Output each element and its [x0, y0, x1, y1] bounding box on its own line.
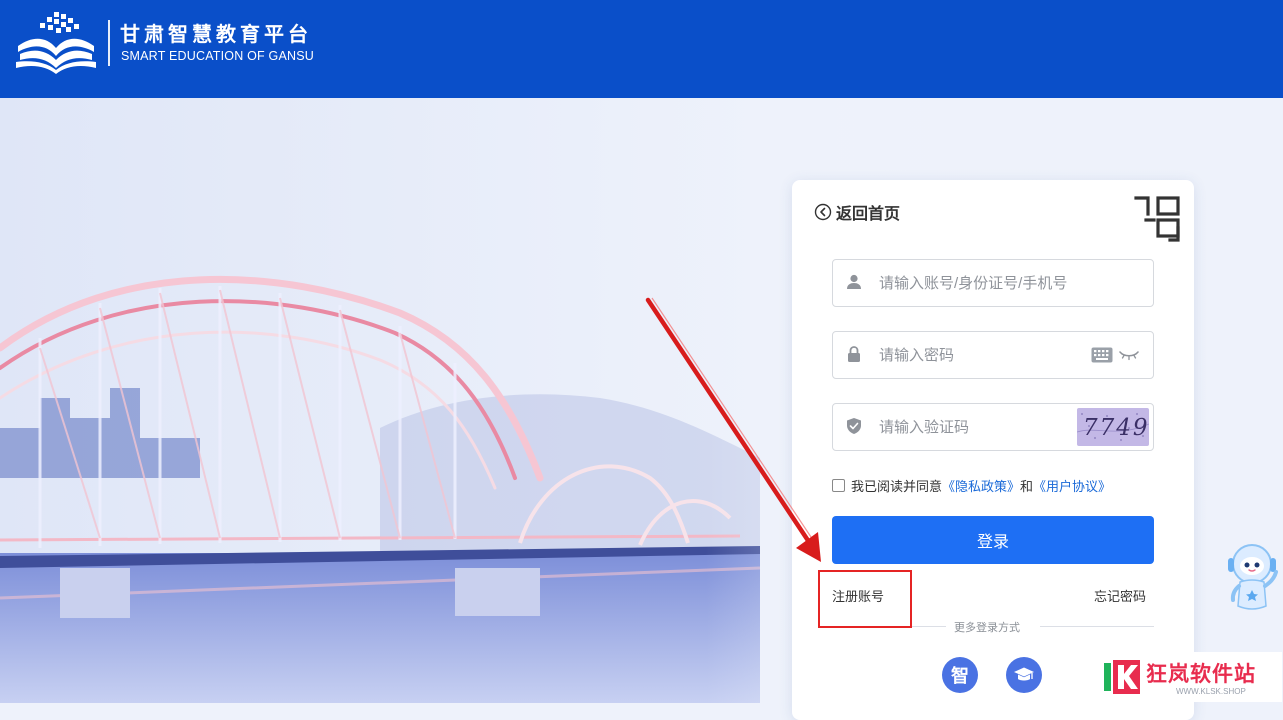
agreement-checkbox[interactable]	[832, 479, 845, 492]
watermark: 狂岚软件站 WWW.KLSK.SHOP	[1098, 652, 1282, 702]
agreement-and: 和	[1020, 479, 1034, 494]
watermark-name: 狂岚软件站	[1146, 663, 1256, 686]
user-agreement-link[interactable]: 《用户协议》	[1033, 476, 1111, 495]
agreement-prefix: 我已阅读并同意	[851, 479, 943, 494]
eye-closed-icon[interactable]	[1119, 349, 1139, 361]
captcha-input[interactable]	[877, 404, 1081, 450]
open-book-logo-icon[interactable]	[14, 12, 98, 74]
shield-icon	[847, 418, 861, 434]
chevron-left-circle-icon	[814, 203, 832, 221]
more-login-methods-label: 更多登录方式	[954, 622, 1020, 634]
account-input[interactable]	[877, 260, 1081, 306]
highlight-box	[818, 570, 912, 628]
education-login-button[interactable]	[1006, 657, 1042, 693]
keyboard-icon[interactable]	[1091, 347, 1113, 363]
brand-subtitle: SMART EDUCATION OF GANSU	[121, 49, 315, 63]
password-input[interactable]	[877, 332, 1081, 378]
forgot-password-link[interactable]: 忘记密码	[1094, 586, 1146, 605]
top-header: 甘肃智慧教育平台 SMART EDUCATION OF GANSU	[0, 0, 1283, 98]
graduation-cap-icon	[1014, 667, 1034, 681]
k-logo-icon	[1104, 660, 1140, 694]
zhi-login-button[interactable]: 智	[942, 657, 978, 693]
agreement-row: 我已阅读并同意 《隐私政策》 和 《用户协议》	[832, 476, 1111, 495]
captcha-image[interactable]: 7749	[1077, 408, 1149, 446]
logo-divider	[108, 20, 110, 66]
lock-icon	[848, 346, 860, 362]
login-card: 返回首页 请输入账号/身份证号/手机号 请输入验证码 7749 我已阅读并同意 …	[792, 180, 1194, 720]
divider-right	[1040, 626, 1154, 627]
captcha-text: 7749	[1083, 415, 1149, 441]
back-home-label: 返回首页	[836, 206, 901, 223]
robot-mascot-icon[interactable]	[1224, 542, 1280, 616]
account-field	[832, 259, 1154, 307]
qr-code-icon[interactable]	[1134, 194, 1182, 242]
zhi-login-icon: 智	[951, 666, 969, 686]
password-field	[832, 331, 1154, 379]
captcha-field: 7749	[832, 403, 1154, 451]
privacy-policy-link[interactable]: 《隐私政策》	[942, 476, 1020, 495]
user-icon	[847, 274, 861, 289]
back-home-link[interactable]: 返回首页	[814, 200, 900, 224]
watermark-url: WWW.KLSK.SHOP	[1176, 687, 1246, 696]
login-button[interactable]: 登录	[832, 516, 1154, 564]
brand-title: 甘肃智慧教育平台	[120, 24, 312, 46]
